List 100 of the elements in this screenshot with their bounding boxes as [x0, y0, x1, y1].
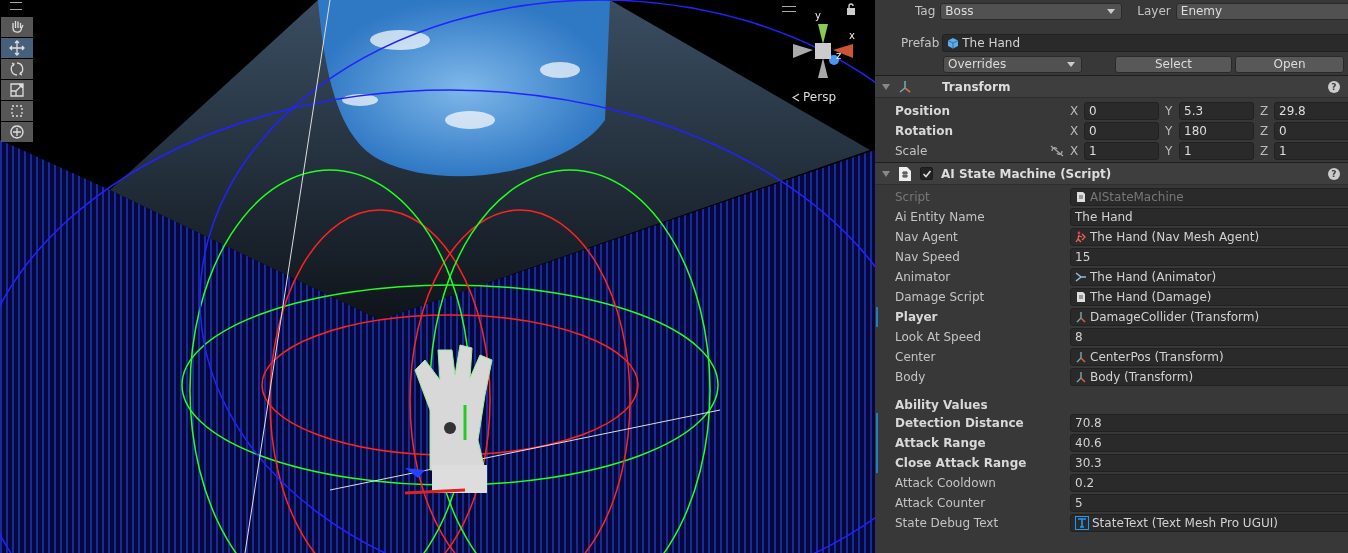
number-field[interactable]: 0 [1084, 122, 1159, 140]
script-icon [1075, 191, 1087, 203]
input-field[interactable]: 0.2 [1070, 474, 1348, 492]
input-field[interactable]: 15 [1070, 248, 1348, 266]
number-field[interactable]: 180 [1179, 122, 1254, 140]
object-field[interactable]: StateText (Text Mesh Pro UGUI) [1070, 514, 1348, 532]
input-field[interactable]: 5 [1070, 494, 1348, 512]
number-field[interactable]: 29.8 [1274, 102, 1348, 120]
lock-icon[interactable] [846, 3, 856, 15]
transform-icon [1075, 371, 1087, 383]
axis-label: x [849, 30, 855, 41]
field-label: Scale [895, 144, 929, 158]
hand-icon [9, 19, 25, 35]
field-label: Ai Entity Name [895, 210, 986, 224]
axis-label: X [1070, 124, 1080, 138]
scale-icon [9, 82, 25, 98]
number-field[interactable]: 0 [1274, 122, 1348, 140]
number-field[interactable]: 1 [1274, 142, 1348, 160]
component-title: Transform [942, 79, 1012, 94]
field-label: Player [895, 310, 939, 324]
number-field[interactable]: 5.3 [1179, 102, 1254, 120]
tag-dropdown[interactable]: Boss [940, 2, 1123, 20]
agent-icon [1075, 231, 1087, 243]
number-field[interactable]: 1 [1179, 142, 1254, 160]
axis-label: Y [1165, 124, 1174, 138]
move-tool-button[interactable] [1, 38, 33, 58]
grip-icon[interactable] [782, 6, 796, 12]
help-icon[interactable]: ? [1327, 80, 1340, 93]
object-field[interactable]: The Hand (Nav Mesh Agent) [1070, 228, 1348, 246]
animator-icon [1075, 271, 1087, 283]
enabled-checkbox[interactable] [920, 167, 933, 180]
crosshair-icon [9, 124, 25, 140]
transform-tool-button[interactable] [1, 122, 33, 142]
axis-label: Z [1260, 144, 1270, 158]
field-label: Prefab [901, 36, 940, 50]
transform-icon [898, 79, 912, 94]
field-label: Attack Counter [895, 496, 987, 510]
field-label: Tag [915, 4, 936, 18]
input-field[interactable]: The Hand [1070, 208, 1348, 226]
field-label: Damage Script [895, 290, 986, 304]
object-field[interactable]: DamageCollider (Transform) [1070, 308, 1348, 326]
field-label: Rotation [895, 124, 954, 138]
field-label: Attack Range [895, 436, 987, 450]
field-label: Detection Distance [895, 416, 1025, 430]
field-label: Nav Speed [895, 250, 961, 264]
help-icon[interactable]: ? [1327, 167, 1340, 180]
prefab-field[interactable]: The Hand [942, 34, 1348, 52]
projection-toggle[interactable]: Persp [803, 90, 836, 104]
field-label: Look At Speed [895, 330, 983, 344]
input-field[interactable]: 40.6 [1070, 434, 1348, 452]
object-field[interactable]: The Hand (Damage) [1070, 288, 1348, 306]
field-label: Body [895, 370, 927, 384]
number-field[interactable]: 0 [1084, 102, 1159, 120]
axis-label: X [1070, 104, 1080, 118]
transform-icon [1075, 311, 1087, 323]
overrides-dropdown[interactable]: Overrides [943, 55, 1082, 73]
field-label: Layer [1137, 4, 1171, 18]
field-label: Center [895, 350, 937, 364]
input-field[interactable]: 30.3 [1070, 454, 1348, 472]
field-label: Nav Agent [895, 230, 959, 244]
transform-icon [1075, 351, 1087, 363]
field-label: Script [895, 190, 931, 204]
field-label: Attack Cooldown [895, 476, 997, 490]
prefab-button[interactable]: Select [1115, 55, 1232, 73]
axis-label: z [836, 50, 842, 61]
text-icon [1075, 516, 1089, 530]
object-field[interactable]: Body (Transform) [1070, 368, 1348, 386]
rotate-tool-button[interactable] [1, 59, 33, 79]
layer-dropdown[interactable]: Enemy [1175, 2, 1348, 20]
axis-label: Z [1260, 124, 1270, 138]
chevron-icon[interactable] [792, 92, 800, 102]
object-field[interactable]: CenterPos (Transform) [1070, 348, 1348, 366]
field-label: Close Attack Range [895, 456, 1028, 470]
axis-label: Y [1165, 104, 1174, 118]
component-title: AI State Machine (Script) [941, 166, 1113, 181]
axis-label: X [1070, 144, 1080, 158]
script-icon [1075, 291, 1087, 303]
axis-label: Z [1260, 104, 1270, 118]
input-field[interactable]: 70.8 [1070, 414, 1348, 432]
cube-icon [947, 37, 960, 49]
axis-label: y [815, 10, 821, 21]
axis-label: Y [1165, 144, 1174, 158]
hand-tool-button[interactable] [1, 17, 33, 37]
unlink-icon[interactable] [1050, 145, 1064, 157]
rotate-icon [9, 61, 25, 77]
scale-tool-button[interactable] [1, 80, 33, 100]
field-label: Animator [895, 270, 952, 284]
script-icon [898, 165, 912, 182]
move-arrows-icon [9, 40, 25, 56]
prefab-button[interactable]: Open [1235, 55, 1344, 73]
rect-tool-button[interactable] [1, 101, 33, 121]
number-field[interactable]: 1 [1084, 142, 1159, 160]
rect-icon [9, 103, 25, 119]
grip-icon[interactable] [10, 2, 22, 10]
foldout-icon[interactable] [882, 170, 890, 177]
input-field[interactable]: 8 [1070, 328, 1348, 346]
field-label: State Debug Text [895, 516, 1000, 530]
section-header: Ability Values [895, 398, 988, 412]
object-field[interactable]: The Hand (Animator) [1070, 268, 1348, 286]
foldout-icon[interactable] [882, 83, 890, 90]
